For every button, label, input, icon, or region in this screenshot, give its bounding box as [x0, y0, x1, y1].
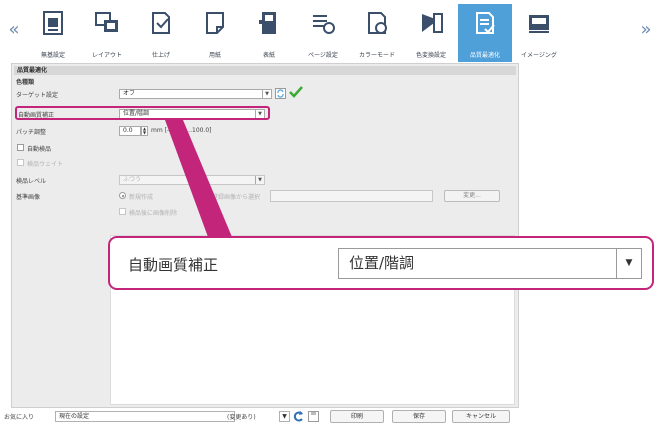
refresh-icon[interactable]: [292, 410, 305, 423]
radio-select-label: 登録画像から選択: [212, 194, 261, 201]
tab-label: イメージング: [521, 52, 557, 59]
tab-quality-optimize[interactable]: 品質最適化: [458, 4, 512, 62]
inspect-weight-checkbox[interactable]: [17, 159, 24, 166]
cover-icon: [259, 12, 276, 34]
chevron-down-icon: ▼: [616, 249, 641, 278]
tab-finishing[interactable]: 仕上げ: [134, 4, 188, 62]
callout-label: 自動画質補正: [128, 256, 219, 274]
paper-icon: [206, 12, 224, 34]
patch-label: パッチ調整: [16, 129, 47, 136]
auto-inspect-checkbox[interactable]: [17, 144, 24, 151]
tab-imaging[interactable]: イメージング: [512, 4, 566, 62]
tab-label: 無基設定: [40, 52, 65, 59]
color-mode-icon: [368, 12, 387, 34]
sync-icon[interactable]: [275, 88, 286, 99]
patch-input[interactable]: 0.0: [119, 126, 141, 136]
changed-indicator: (変更あり): [227, 414, 256, 421]
patch-value: 0.0: [123, 127, 133, 134]
scroll-left-icon[interactable]: «: [6, 20, 22, 42]
inspect-level-value: ふつう: [123, 176, 142, 183]
tab-label: 用紙: [208, 52, 221, 59]
save-checkbox-label: 検品後に画像削除: [129, 210, 178, 217]
tab-label: ページ設定: [308, 52, 338, 59]
footer: お気に入り 現在の設定 (変更あり) ▼ 印刷 保存 キャンセル: [0, 408, 658, 425]
patch-range: mm [-100.0...100.0]: [151, 127, 212, 134]
target-label: ターゲット設定: [16, 92, 59, 99]
tab-color-mode[interactable]: カラーモード: [350, 4, 404, 62]
tab-label: 色変換設定: [415, 52, 446, 59]
toolbar: « 無基設定 レイアウト 仕上げ 用紙 表紙 ページ設定 カラーモード 色変換設…: [0, 0, 658, 63]
tab-color-conversion[interactable]: 色変換設定: [404, 4, 458, 62]
tab-cover[interactable]: 表紙: [242, 4, 296, 62]
favorites-value: 現在の設定: [59, 413, 90, 420]
print-button[interactable]: 印刷: [330, 410, 384, 423]
tab-label: カラーモード: [358, 52, 395, 59]
target-select[interactable]: オフ ▼: [119, 89, 272, 99]
radio-new[interactable]: [119, 192, 126, 199]
reference-path-input[interactable]: [270, 190, 433, 202]
finishing-icon: [152, 12, 170, 34]
inspect-level-label: 検品レベル: [16, 178, 47, 185]
page-settings-icon: [313, 15, 335, 34]
reference-label: 基準画像: [16, 194, 41, 201]
chevron-down-icon: ▼: [262, 90, 271, 98]
inspect-level-select[interactable]: ふつう ▼: [119, 175, 265, 185]
patch-stepper[interactable]: ▲ ▼: [141, 126, 148, 136]
favorites-select[interactable]: 現在の設定: [55, 411, 235, 422]
color-group-label: 色種類: [16, 79, 35, 86]
section-title: 品質最適化: [14, 66, 516, 75]
cancel-button[interactable]: キャンセル: [452, 410, 510, 423]
check-icon: [289, 86, 303, 98]
auto-inspect-label: 自動検品: [27, 146, 52, 153]
browse-button[interactable]: 変更...: [444, 190, 500, 202]
save-icon[interactable]: [308, 411, 319, 422]
tab-label: 表紙: [262, 52, 275, 59]
target-select-value: オフ: [123, 90, 136, 97]
tab-layout[interactable]: レイアウト: [80, 4, 134, 62]
tab-label: 仕上げ: [151, 52, 170, 59]
layout-icon: [95, 12, 118, 32]
quality-optimize-icon: [476, 12, 495, 34]
tab-paper[interactable]: 用紙: [188, 4, 242, 62]
dropdown-icon[interactable]: ▼: [279, 411, 290, 422]
radio-new-label: 新規作成: [129, 194, 154, 201]
imaging-icon: [529, 15, 549, 33]
tab-page-setup[interactable]: 無基設定: [26, 4, 80, 62]
tab-label: 品質最適化: [469, 52, 500, 59]
tab-page-settings[interactable]: ページ設定: [296, 4, 350, 62]
favorites-label: お気に入り: [4, 414, 35, 421]
chevron-down-icon: ▼: [255, 176, 264, 184]
color-conversion-icon: [422, 13, 443, 33]
tab-label: レイアウト: [91, 52, 122, 59]
highlight-box: [15, 106, 270, 120]
save-button[interactable]: 保存: [392, 410, 446, 423]
page-setup-icon: [43, 11, 63, 35]
callout-select[interactable]: 位置/階調 ▼: [338, 248, 642, 279]
callout-select-value: 位置/階調: [349, 254, 415, 272]
save-checkbox[interactable]: [119, 208, 126, 215]
zoom-callout: 自動画質補正 位置/階調 ▼: [108, 236, 654, 290]
scroll-right-icon[interactable]: »: [638, 20, 654, 42]
inspect-weight-label: 検品ウェイト: [27, 161, 64, 168]
